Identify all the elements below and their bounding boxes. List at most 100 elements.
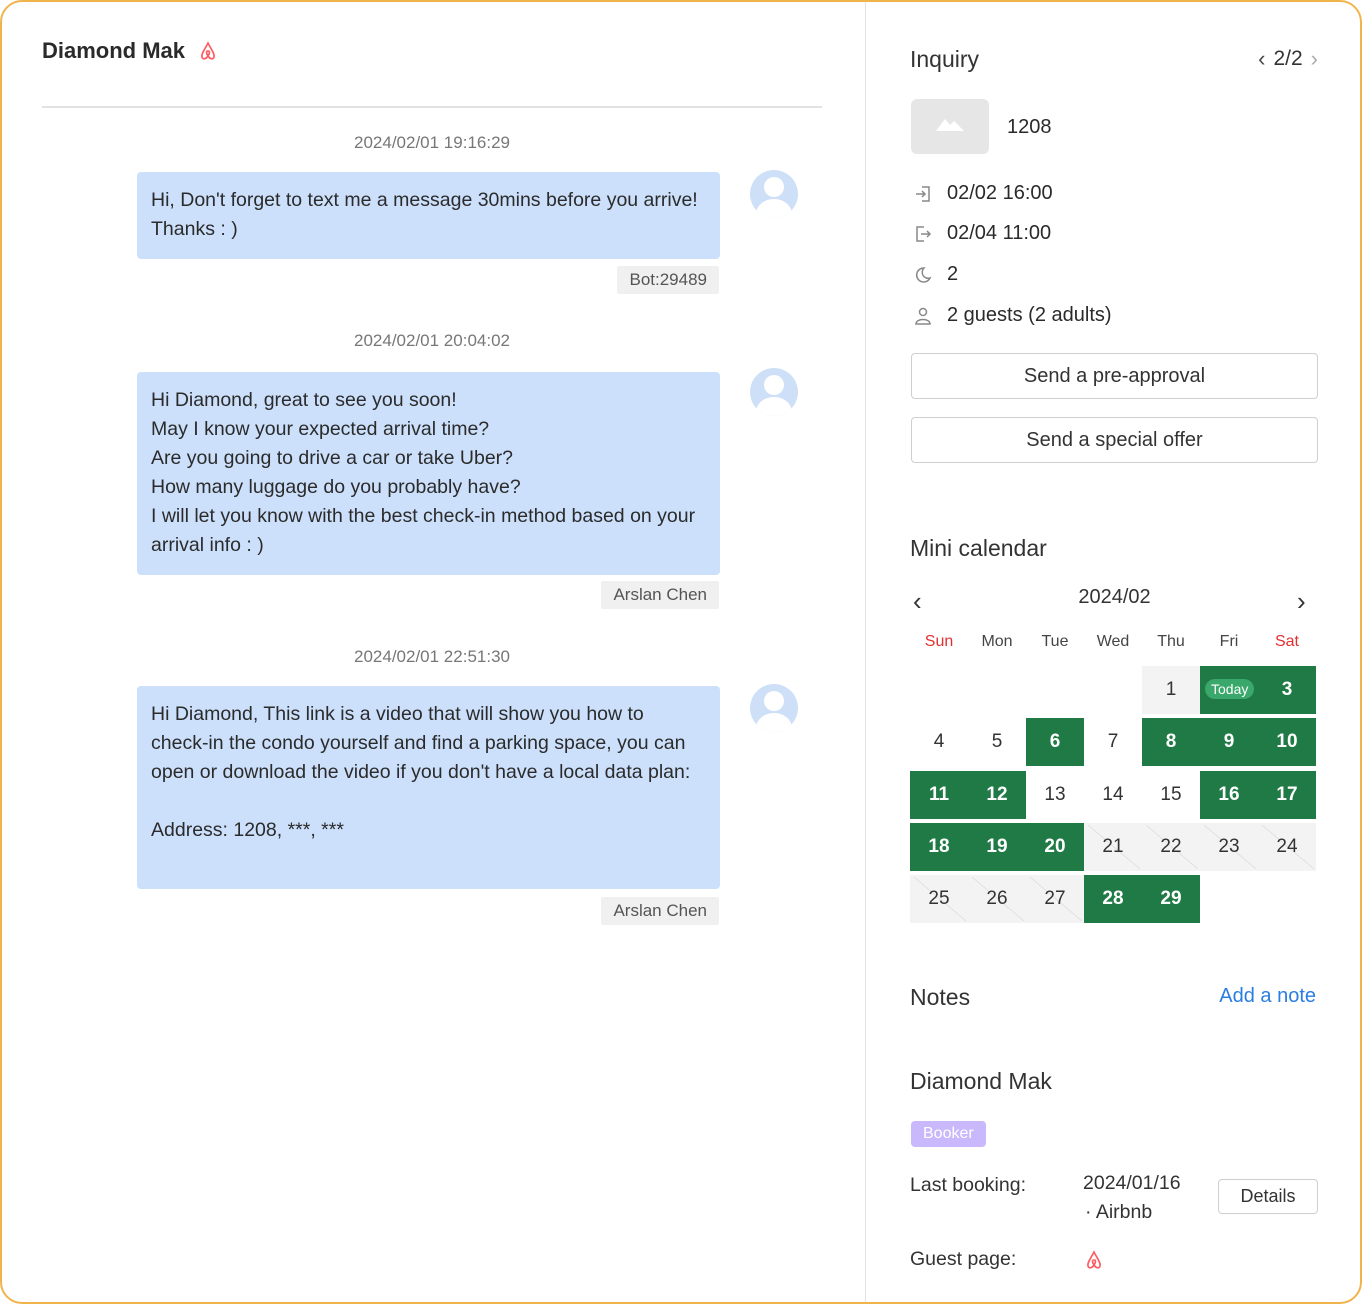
last-booking-date: 2024/01/16 [1083,1172,1181,1194]
calendar-day-15[interactable]: 15 [1142,771,1200,819]
calendar-day-5[interactable]: 5 [968,718,1026,766]
reservation-sidebar: Inquiry ‹ 2/2 › 1 20 8 02/02 16:00 02/04 1… [867,2,1360,1302]
chat-guest-name: Diamond Mak [42,38,186,63]
calendar-day-24[interactable]: 24 [1258,823,1316,871]
calendar-day-9[interactable]: 9 [1200,718,1258,766]
calendar-day-17[interactable]: 17 [1258,771,1316,819]
message-timestamp: 2024/02/01 22:51:30 [354,647,510,666]
message-bubble: Hi Diamond, great to see you soon! May I… [137,372,720,575]
message-sender: Bot:29489 [617,266,719,294]
notes-title: Notes [910,984,971,1010]
checkin-icon [913,184,933,204]
airbnb-icon[interactable] [199,41,217,61]
calendar-day-25[interactable]: 25 [910,875,968,923]
calendar-day-number: 19 [986,836,1008,857]
checkin-value: 02/02 16:00 [947,182,1053,204]
calendar-day-6[interactable]: 6 [1026,718,1084,766]
person-icon [913,306,933,326]
calendar-day-number: 16 [1218,784,1240,805]
calendar-day-number: 25 [928,888,950,909]
calendar-day-29[interactable]: 29 [1142,875,1200,923]
calendar-day-number: 27 [1044,888,1066,909]
nights-row: 2 [913,263,958,286]
guests-value: 2 guests (2 adults) [947,304,1112,326]
calendar-day-28[interactable]: 28 [1084,875,1142,923]
calendar-day-number: 20 [1044,836,1066,857]
listing-thumbnail [911,99,989,154]
calendar-day-number: 13 [1044,784,1066,805]
calendar-day-14[interactable]: 14 [1084,771,1142,819]
calendar-day-number: 7 [1107,731,1119,752]
pager-label: 2/2 [1273,47,1303,70]
last-booking-source: · Airbnb [1085,1201,1153,1223]
chevron-left-icon[interactable]: ‹ [1258,46,1265,72]
calendar-day-27[interactable]: 27 [1026,875,1084,923]
message-timestamp: 2024/02/01 19:16:29 [354,133,510,152]
chat-divider [42,106,822,108]
calendar-next-icon[interactable]: › [1297,586,1306,617]
calendar-day-number: 5 [991,731,1003,752]
calendar-day-number: 21 [1102,836,1124,857]
avatar [750,368,798,416]
calendar-day-number: 26 [986,888,1008,909]
calendar-day-number: 17 [1276,784,1298,805]
message-bubble: Hi Diamond, This link is a video that wi… [137,686,720,889]
message-bubble: Hi, Don't forget to text me a message 30… [137,172,720,259]
calendar-day-7[interactable]: 7 [1084,718,1142,766]
calendar-day-2[interactable]: Today [1200,666,1258,714]
nights-value: 2 [947,263,959,285]
image-placeholder-icon [936,119,964,131]
send-preapproval-button[interactable]: Send a pre-approval [911,353,1318,399]
message-sender: Arslan Chen [601,897,719,925]
calendar-day-20[interactable]: 20 [1026,823,1084,871]
send-special-offer-button[interactable]: Send a special offer [911,417,1318,463]
today-badge: Today [1205,679,1255,699]
calendar-day-8[interactable]: 8 [1142,718,1200,766]
calendar-day-number: 12 [986,784,1008,805]
checkout-row: 02/04 11:00 [913,222,1051,245]
calendar-day-1[interactable]: 1 [1142,666,1200,714]
calendar-day-16[interactable]: 16 [1200,771,1258,819]
calendar-day-21[interactable]: 21 [1084,823,1142,871]
message-sender: Arslan Chen [601,581,719,609]
details-button[interactable]: Details [1218,1179,1318,1214]
chevron-right-icon[interactable]: › [1311,46,1318,72]
add-note-link[interactable]: Add a note [1219,985,1316,1008]
calendar-day-23[interactable]: 23 [1200,823,1258,871]
checkout-value: 02/04 11:00 [947,222,1052,244]
calendar-day-12[interactable]: 12 [968,771,1026,819]
weekday-wed: Wed [1096,633,1130,650]
chat-header: Diamond Mak [42,38,217,64]
calendar-day-number: 8 [1165,731,1177,752]
booker-badge: Booker [911,1121,986,1147]
calendar-day-number: 9 [1223,731,1235,752]
inquiry-title: Inquiry [910,46,980,72]
airbnb-icon[interactable] [1085,1250,1103,1275]
weekday-mon: Mon [981,633,1013,650]
avatar [750,170,798,218]
calendar-day-26[interactable]: 26 [968,875,1026,923]
calendar-day-22[interactable]: 22 [1142,823,1200,871]
moon-icon [913,265,933,285]
calendar-day-3[interactable]: 3 [1258,666,1316,714]
avatar [750,684,798,732]
calendar-day-number: 10 [1276,731,1298,752]
calendar-day-11[interactable]: 11 [910,771,968,819]
calendar-day-number: 1 [1165,679,1177,700]
calendar-day-13[interactable]: 13 [1026,771,1084,819]
calendar-day-number: 29 [1160,888,1182,909]
weekday-tue: Tue [1041,633,1069,650]
calendar-day-number: 4 [933,731,945,752]
calendar-day-10[interactable]: 10 [1258,718,1316,766]
calendar-day-number: 11 [928,784,950,805]
calendar-day-number: 3 [1281,679,1293,700]
mini-calendar-title: Mini calendar [910,535,1047,561]
calendar-day-4[interactable]: 4 [910,718,968,766]
calendar-day-number: 22 [1160,836,1182,857]
calendar-day-18[interactable]: 18 [910,823,968,871]
weekday-thu: Thu [1157,633,1185,650]
calendar-day-number: 18 [928,836,950,857]
calendar-day-19[interactable]: 19 [968,823,1026,871]
inquiry-pager: ‹ 2/2 › [1258,46,1318,72]
message-timestamp: 2024/02/01 20:04:02 [354,331,510,350]
